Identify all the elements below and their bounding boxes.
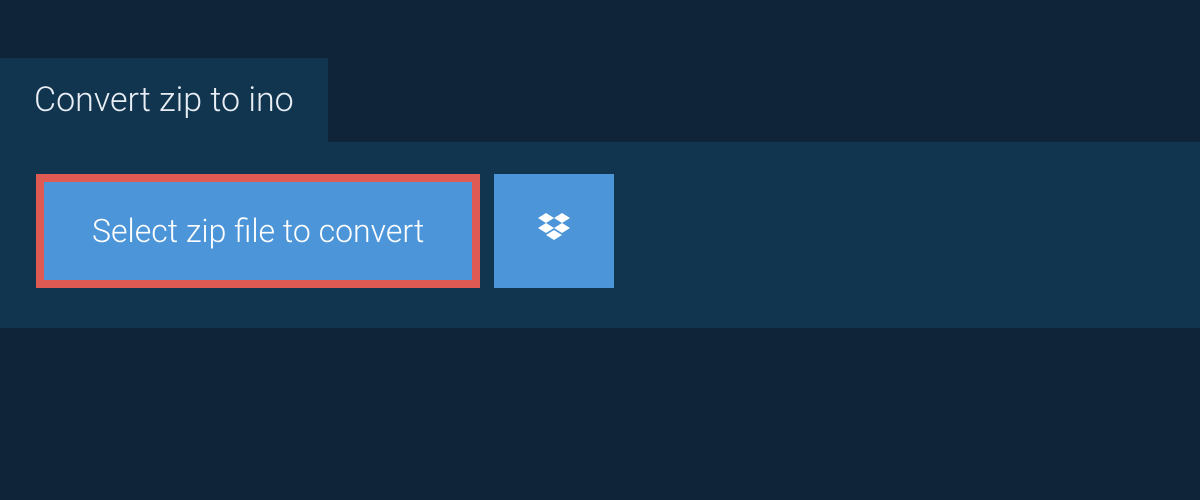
dropbox-button[interactable]: [494, 174, 614, 288]
dropbox-icon: [534, 209, 574, 253]
page-title: Convert zip to ino: [34, 80, 294, 120]
page-title-tab: Convert zip to ino: [0, 58, 328, 142]
action-panel: Select zip file to convert: [0, 142, 1200, 328]
select-file-button[interactable]: Select zip file to convert: [36, 174, 480, 288]
select-file-label: Select zip file to convert: [92, 212, 424, 250]
